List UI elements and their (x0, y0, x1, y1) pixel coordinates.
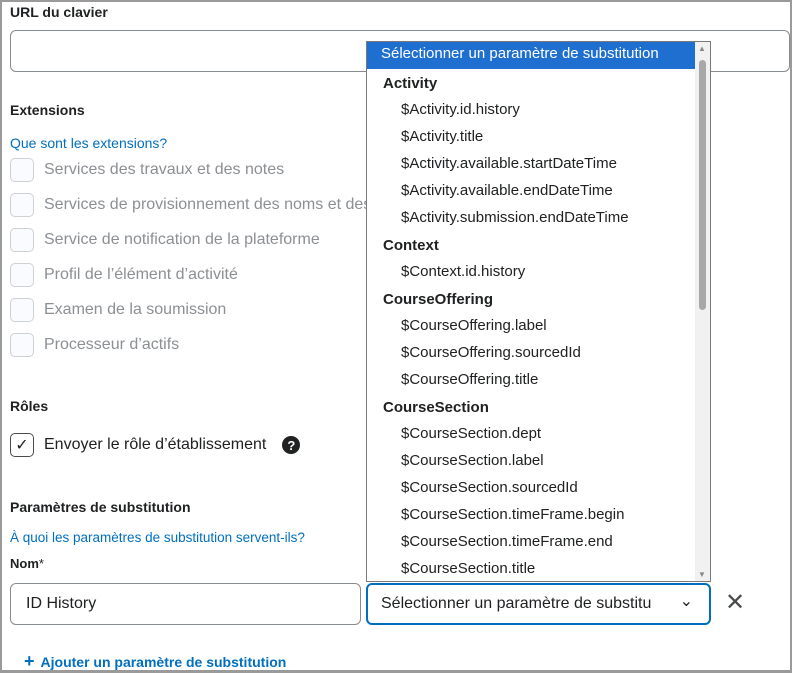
substitution-select[interactable]: Sélectionner un paramètre de substitu ⌄ (366, 583, 711, 625)
dropdown-option[interactable]: $Activity.title (367, 123, 710, 150)
select-value: Sélectionner un paramètre de substitu (381, 595, 652, 612)
send-role-checkbox-row[interactable]: ✓ Envoyer le rôle d’établissement ? (10, 433, 301, 457)
keyboard-url-label: URL du clavier (10, 4, 108, 20)
extension-label: Service de notification de la plateforme (44, 231, 320, 248)
extension-checkbox[interactable] (10, 193, 34, 217)
help-icon[interactable]: ? (282, 436, 301, 454)
extensions-help-link[interactable]: Que sont les extensions? (10, 135, 167, 151)
name-label: Nom (10, 556, 39, 571)
chevron-down-icon: ⌄ (679, 593, 693, 610)
extensions-heading: Extensions (10, 102, 85, 118)
extension-label: Processeur d’actifs (44, 336, 180, 353)
extension-checkbox[interactable] (10, 228, 34, 252)
name-input[interactable]: ID History (10, 583, 361, 625)
extension-checkbox-row[interactable]: Profil de l’élément d’activité (10, 263, 238, 287)
plus-icon: + (24, 651, 35, 671)
dropdown-group-header: CourseOffering (383, 291, 494, 308)
scrollbar-thumb[interactable] (699, 60, 706, 310)
extension-label: Services de provisionnement des noms et … (44, 196, 372, 213)
dropdown-option[interactable]: $Activity.id.history (367, 96, 710, 123)
send-role-label: Envoyer le rôle d’établissement (44, 436, 267, 453)
required-marker: * (38, 556, 44, 571)
extension-checkbox[interactable] (10, 333, 34, 357)
extension-checkbox[interactable] (10, 298, 34, 322)
dropdown-group-header: Context (383, 237, 439, 254)
extension-checkbox[interactable] (10, 158, 34, 182)
dropdown-option[interactable]: $Activity.submission.endDateTime (367, 204, 710, 231)
dropdown-group-header: Activity (383, 75, 438, 92)
send-role-checkbox[interactable]: ✓ (10, 433, 34, 457)
dropdown-option[interactable]: $CourseSection.timeFrame.end (367, 528, 710, 555)
extension-checkbox-row[interactable]: Processeur d’actifs (10, 333, 179, 357)
dropdown-option[interactable]: $CourseOffering.title (367, 366, 710, 393)
dropdown-option[interactable]: $CourseSection.timeFrame.begin (367, 501, 710, 528)
name-value: ID History (26, 595, 97, 612)
extension-checkbox[interactable] (10, 263, 34, 287)
dropdown-option[interactable]: $Activity.available.endDateTime (367, 177, 710, 204)
dropdown-scrollbar[interactable]: ▲ ▼ (695, 42, 710, 581)
dropdown-option[interactable]: $CourseSection.sourcedId (367, 474, 710, 501)
dropdown-option[interactable]: $Context.id.history (367, 258, 710, 285)
extension-checkbox-row[interactable]: Services des travaux et des notes (10, 158, 284, 182)
dropdown-option[interactable]: $Activity.available.startDateTime (367, 150, 710, 177)
dropdown-option[interactable]: $CourseSection.title (367, 555, 710, 581)
add-parameter-label: Ajouter un paramètre de substitution (40, 654, 287, 670)
substitution-heading: Paramètres de substitution (10, 499, 191, 515)
dropdown-option[interactable]: $CourseOffering.sourcedId (367, 339, 710, 366)
add-parameter-button[interactable]: + Ajouter un paramètre de substitution (24, 651, 286, 672)
substitution-dropdown-list[interactable]: Sélectionner un paramètre de substitutio… (366, 41, 711, 582)
dropdown-option-placeholder[interactable]: Sélectionner un paramètre de substitutio… (367, 42, 696, 69)
extension-label: Examen de la soumission (44, 301, 227, 318)
extension-label: Profil de l’élément d’activité (44, 266, 238, 283)
dropdown-option[interactable]: $CourseSection.label (367, 447, 710, 474)
extension-checkbox-row[interactable]: Service de notification de la plateforme (10, 228, 320, 252)
substitution-help-link[interactable]: À quoi les paramètres de substitution se… (10, 530, 305, 545)
extension-checkbox-row[interactable]: Services de provisionnement des noms et … (10, 193, 371, 217)
extension-label: Services des travaux et des notes (44, 161, 285, 178)
dropdown-group-header: CourseSection (383, 399, 489, 416)
extension-checkbox-row[interactable]: Examen de la soumission (10, 298, 226, 322)
dropdown-option[interactable]: $CourseOffering.label (367, 312, 710, 339)
remove-parameter-button[interactable]: ✕ (725, 588, 745, 617)
roles-heading: Rôles (10, 398, 49, 414)
dropdown-option[interactable]: $CourseSection.dept (367, 420, 710, 447)
